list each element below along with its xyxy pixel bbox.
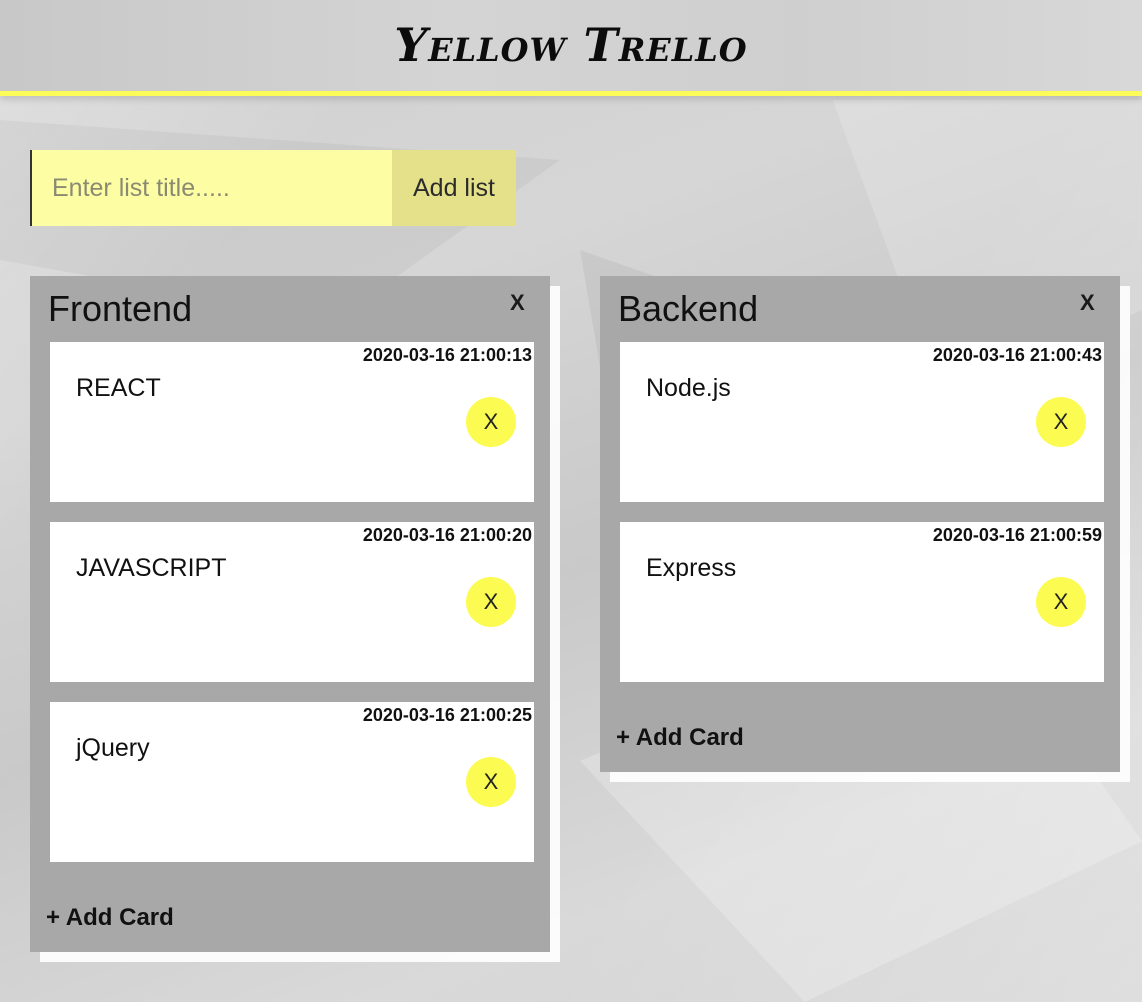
card[interactable]: 2020-03-16 21:00:20 JAVASCRIPT X [50, 522, 534, 682]
card-timestamp: 2020-03-16 21:00:20 [362, 525, 532, 545]
card-timestamp: 2020-03-16 21:00:13 [362, 345, 532, 365]
delete-list-button[interactable]: X [510, 290, 525, 316]
card-timestamp: 2020-03-16 21:00:25 [362, 705, 532, 725]
card-timestamp: 2020-03-16 21:00:59 [932, 525, 1102, 545]
delete-card-button[interactable]: X [466, 577, 516, 627]
card-timestamp: 2020-03-16 21:00:43 [932, 345, 1102, 365]
list-title-input[interactable] [30, 150, 392, 226]
card-text: REACT [76, 374, 161, 402]
card-text: JAVASCRIPT [76, 554, 227, 582]
list-frontend: Frontend X 2020-03-16 21:00:13 REACT X 2… [30, 276, 550, 952]
card-text: Express [646, 554, 737, 582]
delete-card-button[interactable]: X [466, 397, 516, 447]
delete-card-button[interactable]: X [1036, 397, 1086, 447]
card[interactable]: 2020-03-16 21:00:13 REACT X [50, 342, 534, 502]
delete-card-button[interactable]: X [1036, 577, 1086, 627]
delete-list-button[interactable]: X [1080, 290, 1095, 316]
card[interactable]: 2020-03-16 21:00:59 Express X [620, 522, 1104, 682]
app-title: Yellow Trello [394, 18, 748, 72]
card[interactable]: 2020-03-16 21:00:25 jQuery X [50, 702, 534, 862]
delete-card-button[interactable]: X [466, 757, 516, 807]
list-title: Backend [618, 288, 759, 329]
add-list-form: Add list [30, 150, 516, 226]
list-title: Frontend [48, 288, 193, 329]
card-text: jQuery [76, 734, 150, 762]
add-list-button[interactable]: Add list [392, 150, 516, 226]
card-text: Node.js [646, 374, 731, 402]
add-card-button[interactable]: + Add Card [46, 904, 174, 932]
app-header: Yellow Trello [0, 0, 1142, 96]
add-card-button[interactable]: + Add Card [616, 724, 744, 752]
card[interactable]: 2020-03-16 21:00:43 Node.js X [620, 342, 1104, 502]
list-backend: Backend X 2020-03-16 21:00:43 Node.js X … [600, 276, 1120, 772]
